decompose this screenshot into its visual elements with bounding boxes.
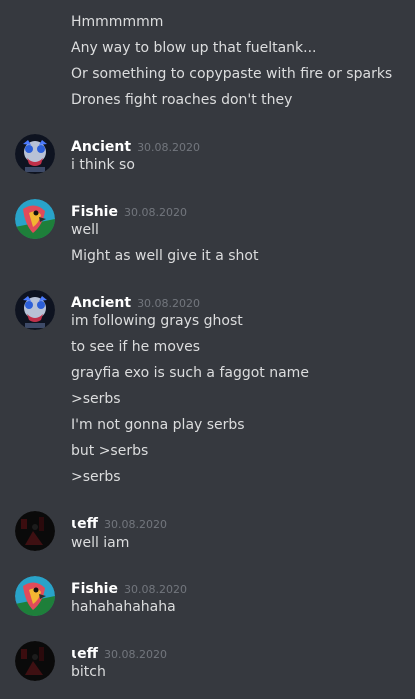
message-timestamp: 30.08.2020 — [104, 518, 167, 531]
message-line: hahahahahaha — [71, 599, 176, 615]
message-line: bitch — [71, 664, 106, 680]
message-line: I'm not gonna play serbs — [71, 417, 245, 433]
message-line: >serbs — [71, 469, 121, 485]
message-timestamp: 30.08.2020 — [104, 648, 167, 661]
message-author[interactable]: ɩeff — [71, 646, 98, 662]
robot-avatar-icon[interactable] — [15, 290, 55, 330]
message-timestamp: 30.08.2020 — [123, 206, 187, 219]
parrot-avatar-icon[interactable] — [15, 576, 55, 616]
robot-avatar-icon[interactable] — [15, 134, 55, 174]
message-line: to see if he moves — [71, 339, 201, 355]
chat-messages: Hmmmmmm Any way to blow up that fueltank… — [0, 0, 415, 699]
message-author[interactable]: ɩeff — [71, 516, 98, 532]
message-line: im following grays ghost — [71, 313, 243, 329]
message-line: grayfia exo is such a faggot name — [71, 365, 309, 381]
message-line: >serbs — [71, 391, 121, 407]
message-line: but >serbs — [71, 443, 149, 459]
message-line: Might as well give it a shot — [71, 248, 259, 264]
message-timestamp: 30.08.2020 — [123, 583, 187, 596]
message-author[interactable]: Fishie — [71, 581, 118, 597]
dark-avatar-icon[interactable] — [15, 511, 55, 551]
message-line: Any way to blow up that fueltank... — [71, 40, 317, 56]
message-line: Or something to copypaste with fire or s… — [71, 66, 393, 82]
message-author[interactable]: Ancient — [71, 139, 131, 155]
parrot-avatar-icon[interactable] — [15, 199, 55, 239]
message-line: well iam — [71, 535, 130, 551]
message-timestamp: 30.08.2020 — [137, 297, 201, 310]
message-line: well — [71, 222, 99, 238]
message-timestamp: 30.08.2020 — [137, 141, 201, 154]
message-line: i think so — [71, 157, 135, 173]
dark-avatar-icon[interactable] — [15, 641, 55, 681]
message-author[interactable]: Ancient — [71, 295, 131, 311]
message-line: Hmmmmmm — [71, 14, 164, 30]
message-line: Drones fight roaches don't they — [71, 92, 293, 108]
message-author[interactable]: Fishie — [71, 204, 118, 220]
